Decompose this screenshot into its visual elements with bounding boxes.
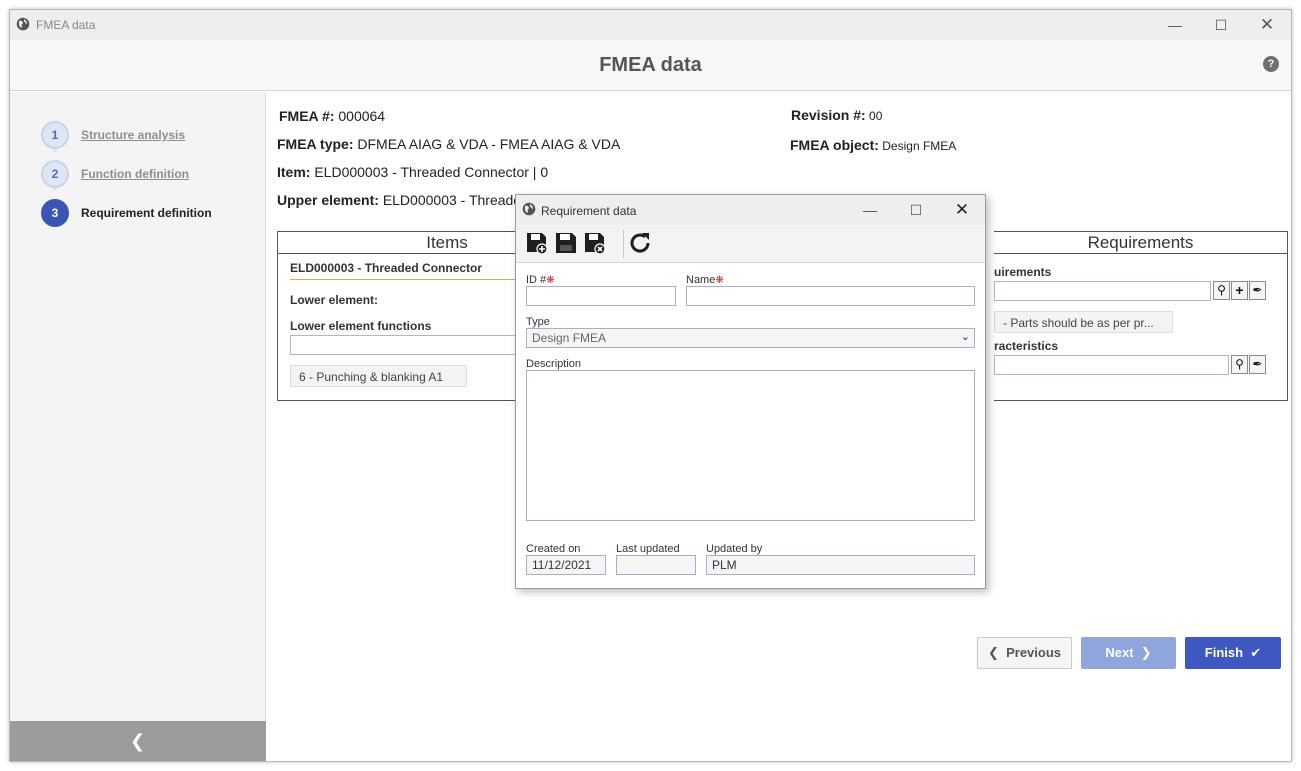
last-updated-field [616, 555, 696, 575]
description-textarea[interactable] [526, 370, 975, 521]
dialog-titlebar: Requirement data — ☐ ✕ [516, 195, 985, 225]
created-on-label: Created on [526, 543, 581, 555]
step-number: 2 [41, 160, 69, 188]
save-close-icon[interactable] [583, 231, 607, 255]
app-globe-icon [16, 17, 30, 31]
last-updated-label: Last updated [616, 543, 680, 555]
fmea-object: FMEA object: Design FMEA [790, 137, 957, 153]
id-input[interactable] [526, 286, 676, 306]
dialog-title: Requirement data [541, 204, 637, 218]
help-icon[interactable]: ? [1263, 56, 1279, 72]
step-number: 1 [41, 121, 69, 149]
characteristics-label: racteristics [994, 339, 1059, 353]
window-title: FMEA data [36, 18, 96, 32]
required-icon: ❋ [715, 275, 724, 286]
chevron-right-icon: ❯ [1133, 645, 1152, 660]
window-titlebar: FMEA data — ☐ ✕ [10, 10, 1291, 40]
page-header: FMEA data ? [10, 40, 1291, 91]
updated-by-field: PLM [706, 555, 975, 575]
toolbar-divider [623, 230, 624, 258]
requirements-label: uirements [994, 265, 1052, 279]
previous-button[interactable]: ❮ Previous [977, 637, 1072, 669]
clear-brush-icon[interactable]: ✒ [1249, 281, 1266, 300]
search-icon[interactable]: ⚲ [1213, 281, 1230, 300]
save-icon[interactable] [554, 231, 578, 255]
requirement-data-dialog: Requirement data — ☐ ✕ ID #❋ Name❋ Type … [515, 194, 986, 589]
check-icon: ✔ [1243, 645, 1262, 660]
chevron-down-icon: ⌄ [960, 331, 970, 343]
clear-brush-icon[interactable]: ✒ [1249, 355, 1266, 374]
function-chip[interactable]: 6 - Punching & blanking A1 [290, 365, 467, 387]
minimize-button[interactable]: — [1161, 14, 1189, 36]
fmea-number: FMEA #: 000064 [279, 108, 386, 124]
maximize-button[interactable]: ☐ [1207, 14, 1235, 36]
search-icon[interactable]: ⚲ [1231, 355, 1248, 374]
upper-element: Upper element: ELD000003 - Threade [277, 192, 522, 208]
type-select[interactable]: Design FMEA ⌄ [526, 328, 975, 348]
save-new-icon[interactable] [525, 231, 549, 255]
description-label: Description [526, 358, 582, 370]
dialog-toolbar [516, 225, 985, 263]
item: Item: ELD000003 - Threaded Connector | 0 [277, 164, 549, 180]
sidebar-collapse-button[interactable]: ❮ [10, 721, 266, 761]
add-icon[interactable]: + [1231, 281, 1248, 300]
chevron-left-icon: ❮ [987, 645, 1007, 660]
name-input[interactable] [686, 286, 975, 306]
dialog-maximize-button[interactable]: ☐ [902, 199, 930, 221]
step-requirement-definition[interactable]: 3 Requirement definition [41, 199, 261, 227]
requirements-input[interactable] [994, 281, 1211, 301]
page-title: FMEA data [599, 54, 702, 76]
step-structure-analysis[interactable]: 1 Structure analysis [41, 121, 261, 149]
close-button[interactable]: ✕ [1253, 14, 1281, 36]
step-function-definition[interactable]: 2 Function definition [41, 160, 261, 188]
requirement-chip[interactable]: - Parts should be as per pr... [994, 311, 1173, 333]
lower-element-label: Lower element: [290, 293, 379, 307]
item-element-title[interactable]: ELD000003 - Threaded Connector [290, 261, 482, 275]
revision-number: Revision #: 00 [791, 107, 883, 123]
chevron-left-icon: ❮ [130, 731, 146, 751]
step-label[interactable]: Function definition [81, 167, 189, 181]
dialog-minimize-button[interactable]: — [856, 199, 884, 221]
refresh-icon[interactable] [628, 231, 652, 255]
app-globe-icon [522, 202, 536, 216]
requirements-panel-title: Requirements [994, 232, 1287, 254]
type-label: Type [526, 316, 550, 328]
fmea-type: FMEA type: DFMEA AIAG & VDA - FMEA AIAG … [277, 136, 621, 152]
requirements-panel: Requirements uirements ⚲ + ✒ - Parts sho… [994, 231, 1288, 401]
finish-button[interactable]: Finish ✔ [1185, 637, 1281, 669]
id-label: ID #❋ [526, 274, 555, 286]
created-on-field: 11/12/2021 [526, 555, 606, 575]
dialog-close-button[interactable]: ✕ [948, 199, 976, 221]
characteristics-input[interactable] [994, 355, 1229, 375]
wizard-sidebar: 1 Structure analysis 2 Function definiti… [10, 92, 266, 721]
step-label: Requirement definition [81, 206, 212, 220]
next-button[interactable]: Next ❯ [1081, 637, 1176, 669]
required-icon: ❋ [546, 275, 555, 286]
step-number: 3 [41, 199, 69, 227]
name-label: Name❋ [686, 274, 724, 286]
lower-functions-label: Lower element functions [290, 319, 432, 333]
updated-by-label: Updated by [706, 543, 763, 555]
step-label[interactable]: Structure analysis [81, 128, 185, 142]
